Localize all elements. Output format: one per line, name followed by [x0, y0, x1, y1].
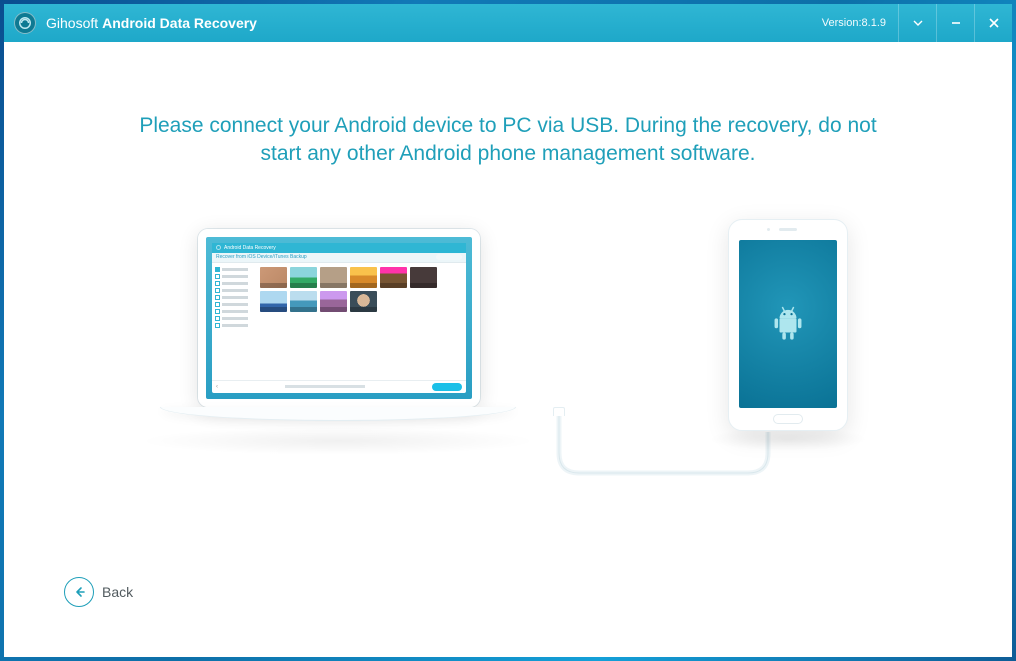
android-icon: [771, 304, 805, 344]
mini-title: Android Data Recovery: [224, 245, 276, 251]
brand-name: Gihosoft: [46, 15, 98, 31]
main-content: Please connect your Android device to PC…: [4, 42, 1012, 657]
usb-plug: [553, 407, 565, 416]
product-name: Android Data Recovery: [102, 15, 257, 31]
connect-illustration: Android Data Recovery Recover from iOS D…: [108, 229, 908, 519]
back-label: Back: [102, 584, 133, 600]
titlebar: Gihosoft Android Data Recovery Version:8…: [4, 4, 1012, 42]
dropdown-button[interactable]: [898, 4, 936, 42]
minimize-button[interactable]: [936, 4, 974, 42]
app-logo: [14, 12, 36, 34]
back-button[interactable]: Back: [64, 577, 133, 607]
version-text: Version:8.1.9: [822, 17, 886, 29]
phone-graphic: [728, 219, 848, 431]
close-button[interactable]: [974, 4, 1012, 42]
instruction-text: Please connect your Android device to PC…: [4, 42, 1012, 179]
back-arrow-icon: [64, 577, 94, 607]
mini-subtitle: Recover from iOS Device/iTunes Backup: [216, 254, 307, 260]
laptop-graphic: Android Data Recovery Recover from iOS D…: [198, 229, 480, 407]
